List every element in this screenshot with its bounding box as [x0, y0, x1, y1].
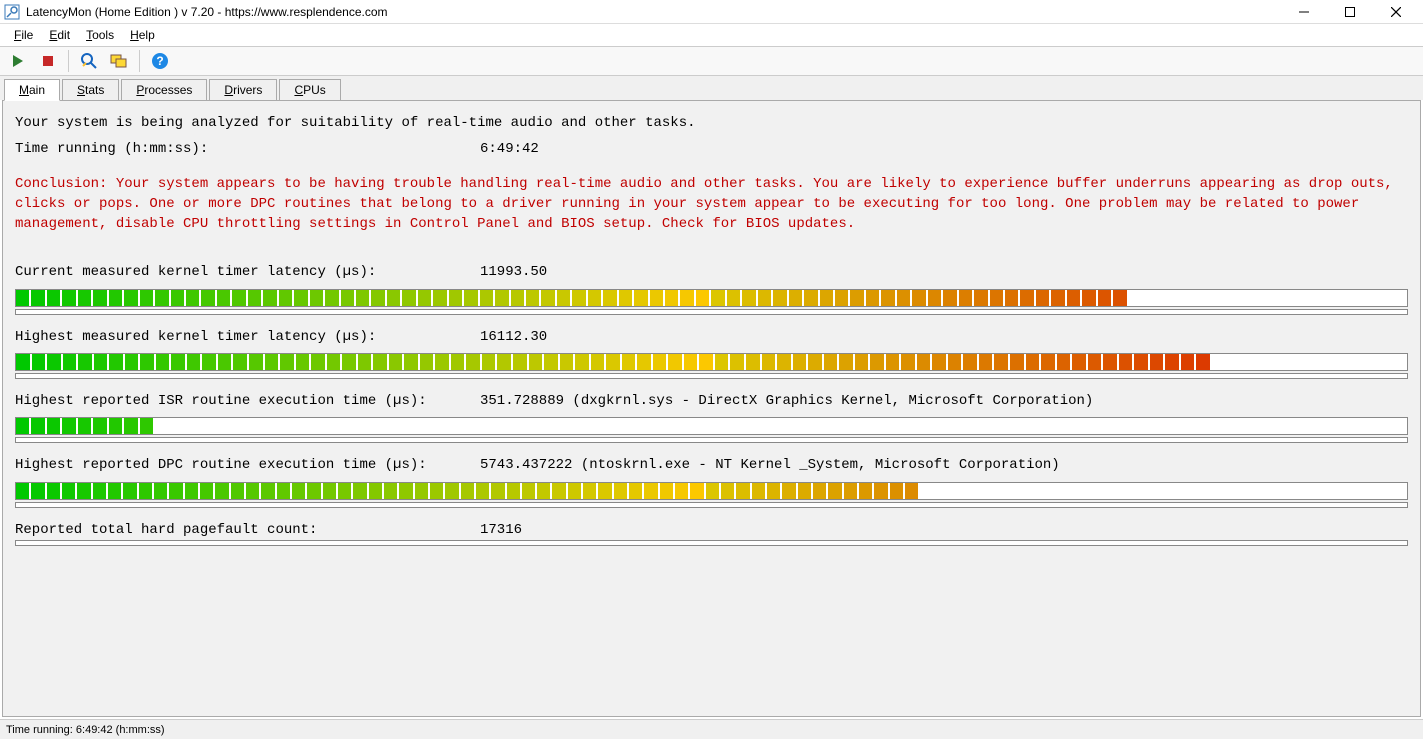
window-title: LatencyMon (Home Edition ) v 7.20 - http… [26, 5, 1281, 19]
metric-label: Reported total hard pagefault count: [15, 520, 480, 540]
menu-edit[interactable]: Edit [41, 26, 78, 44]
bar-underline [15, 309, 1408, 315]
metric-value: 11993.50 [480, 262, 547, 282]
latency-bar [15, 353, 1408, 371]
magnifier-icon [80, 52, 98, 70]
app-icon [4, 4, 20, 20]
bar-underline [15, 502, 1408, 508]
menubar: File Edit Tools Help [0, 24, 1423, 46]
conclusion-text: Conclusion: Your system appears to be ha… [15, 174, 1408, 235]
latency-bar [15, 482, 1408, 500]
intro-text: Your system is being analyzed for suitab… [15, 113, 1408, 133]
window-controls [1281, 0, 1419, 24]
metric-value: 17316 [480, 520, 522, 540]
bar-underline [15, 373, 1408, 379]
metric-value: 351.728889 (dxgkrnl.sys - DirectX Graphi… [480, 391, 1093, 411]
help-button[interactable]: ? [148, 49, 172, 73]
close-button[interactable] [1373, 0, 1419, 24]
metric-label: Highest reported ISR routine execution t… [15, 391, 480, 411]
tab-stats[interactable]: Stats [62, 79, 119, 100]
time-value: 6:49:42 [480, 139, 539, 159]
metric-block: Highest measured kernel timer latency (µ… [15, 327, 1408, 379]
bar-underline [15, 540, 1408, 546]
play-icon [11, 54, 25, 68]
tab-processes[interactable]: Processes [121, 79, 207, 100]
stop-icon [41, 54, 55, 68]
tab-main[interactable]: Main [4, 79, 60, 101]
metric-block: Highest reported DPC routine execution t… [15, 455, 1408, 507]
metric-value: 16112.30 [480, 327, 547, 347]
menu-help[interactable]: Help [122, 26, 163, 44]
metric-label: Current measured kernel timer latency (µ… [15, 262, 480, 282]
tab-cpus[interactable]: CPUs [279, 79, 340, 100]
maximize-button[interactable] [1327, 0, 1373, 24]
titlebar: LatencyMon (Home Edition ) v 7.20 - http… [0, 0, 1423, 24]
tabstrip: Main Stats Processes Drivers CPUs [0, 76, 1423, 100]
tab-drivers[interactable]: Drivers [209, 79, 277, 100]
stop-button[interactable] [36, 49, 60, 73]
latency-bar [15, 289, 1408, 307]
bar-underline [15, 437, 1408, 443]
time-label: Time running (h:mm:ss): [15, 139, 480, 159]
metric-label: Highest reported DPC routine execution t… [15, 455, 480, 475]
toolbar-separator-2 [139, 50, 140, 72]
main-panel: Your system is being analyzed for suitab… [2, 100, 1421, 717]
time-row: Time running (h:mm:ss): 6:49:42 [15, 139, 1408, 159]
toolbar-separator [68, 50, 69, 72]
metric-block: Reported total hard pagefault count:1731… [15, 520, 1408, 546]
analyze-button[interactable] [77, 49, 101, 73]
start-button[interactable] [6, 49, 30, 73]
metrics-container: Current measured kernel timer latency (µ… [15, 262, 1408, 557]
latency-bar [15, 417, 1408, 435]
menu-file[interactable]: File [6, 26, 41, 44]
metric-block: Current measured kernel timer latency (µ… [15, 262, 1408, 314]
help-icon: ? [151, 52, 169, 70]
status-text: Time running: 6:49:42 (h:mm:ss) [6, 724, 165, 736]
metric-block: Highest reported ISR routine execution t… [15, 391, 1408, 443]
metric-label: Highest measured kernel timer latency (µ… [15, 327, 480, 347]
menu-tools[interactable]: Tools [78, 26, 122, 44]
minimize-button[interactable] [1281, 0, 1327, 24]
processes-button[interactable] [107, 49, 131, 73]
metric-value: 5743.437222 (ntoskrnl.exe - NT Kernel _S… [480, 455, 1060, 475]
statusbar: Time running: 6:49:42 (h:mm:ss) [0, 719, 1423, 739]
toolbar: ? [0, 46, 1423, 76]
svg-text:?: ? [156, 54, 163, 68]
windows-icon [110, 52, 128, 70]
